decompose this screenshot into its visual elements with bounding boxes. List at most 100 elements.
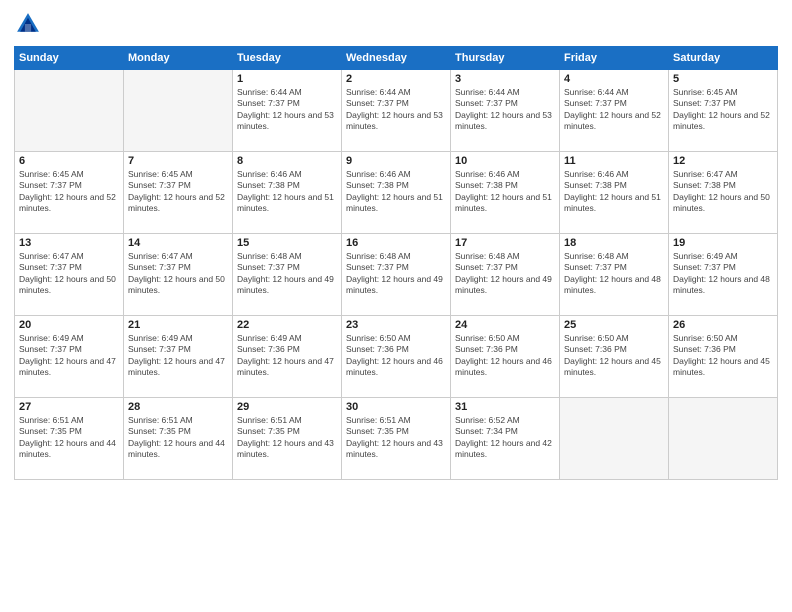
calendar-cell: 1Sunrise: 6:44 AM Sunset: 7:37 PM Daylig… [233, 70, 342, 152]
day-info: Sunrise: 6:46 AM Sunset: 7:38 PM Dayligh… [564, 169, 664, 215]
day-info: Sunrise: 6:44 AM Sunset: 7:37 PM Dayligh… [455, 87, 555, 133]
weekday-header-tuesday: Tuesday [233, 47, 342, 70]
day-info: Sunrise: 6:44 AM Sunset: 7:37 PM Dayligh… [564, 87, 664, 133]
calendar-cell: 5 Sunrise: 6:45 AM Sunset: 7:37 PM Daylig… [669, 70, 778, 152]
week-row-4: 20 Sunrise: 6:49 AM Sunset: 7:37 PM Dayli… [15, 316, 778, 398]
day-number: 9 [346, 155, 446, 167]
day-info: Sunrise: 6:48 AM Sunset: 7:37 PM Dayligh… [346, 251, 446, 297]
day-number: 19 [673, 237, 773, 249]
calendar-cell: 18 Sunrise: 6:48 AM Sunset: 7:37 PM Dayli… [560, 234, 669, 316]
day-info: Sunrise: 6:49 AM Sunset: 7:37 PM Dayligh… [19, 333, 119, 379]
calendar-cell: 4 Sunrise: 6:44 AM Sunset: 7:37 PM Daylig… [560, 70, 669, 152]
day-number: 1 [237, 73, 337, 85]
calendar-cell: 14 Sunrise: 6:47 AM Sunset: 7:37 PM Dayli… [124, 234, 233, 316]
day-info: Sunrise: 6:51 AM Sunset: 7:35 PM Dayligh… [237, 415, 337, 461]
calendar-cell: 17 Sunrise: 6:48 AM Sunset: 7:37 PM Dayli… [451, 234, 560, 316]
calendar-cell: 31 Sunrise: 6:52 AM Sunset: 7:34 PM Dayli… [451, 398, 560, 480]
calendar-cell: 23Sunrise: 6:50 AM Sunset: 7:36 PM Dayli… [342, 316, 451, 398]
day-info: Sunrise: 6:46 AM Sunset: 7:38 PM Dayligh… [346, 169, 446, 215]
day-number: 5 [673, 73, 773, 85]
calendar-cell: 8Sunrise: 6:46 AM Sunset: 7:38 PM Daylig… [233, 152, 342, 234]
week-row-5: 27 Sunrise: 6:51 AM Sunset: 7:35 PM Dayli… [15, 398, 778, 480]
week-row-1: 1 Sunrise: 6:44 AM Sunset: 7:37 PM Daylig… [15, 70, 778, 152]
day-number: 10 [455, 155, 555, 167]
day-number: 3 [455, 73, 555, 85]
day-number: 24 [455, 319, 555, 331]
day-info: Sunrise: 6:45 AM Sunset: 7:37 PM Dayligh… [673, 87, 773, 133]
day-number: 6 [19, 155, 119, 167]
calendar-cell: 12 Sunrise: 6:47 AM Sunset: 7:38 PM Dayli… [669, 152, 778, 234]
day-number: 11 [564, 155, 664, 167]
day-info: Sunrise: 6:48 AM Sunset: 7:37 PM Dayligh… [455, 251, 555, 297]
day-info: Sunrise: 6:44 AM Sunset: 7:37 PM Dayligh… [346, 87, 446, 133]
day-info: Sunrise: 6:50 AM Sunset: 7:36 PM Dayligh… [673, 333, 773, 379]
calendar-cell [669, 398, 778, 480]
calendar-cell: 30 Sunrise: 6:51 AM Sunset: 7:35 PM Dayli… [342, 398, 451, 480]
calendar-cell: 29 Sunrise: 6:51 AM Sunset: 7:35 PM Dayli… [233, 398, 342, 480]
calendar-cell: 20 Sunrise: 6:49 AM Sunset: 7:37 PM Dayli… [15, 316, 124, 398]
day-info: Sunrise: 6:51 AM Sunset: 7:35 PM Dayligh… [19, 415, 119, 461]
weekday-header-saturday: Saturday [669, 47, 778, 70]
day-info: Sunrise: 6:47 AM Sunset: 7:37 PM Dayligh… [128, 251, 228, 297]
calendar-cell: 3 Sunrise: 6:44 AM Sunset: 7:37 PM Daylig… [451, 70, 560, 152]
day-info: Sunrise: 6:49 AM Sunset: 7:37 PM Dayligh… [673, 251, 773, 297]
day-number: 12 [673, 155, 773, 167]
day-number: 2 [346, 73, 446, 85]
day-info: Sunrise: 6:49 AM Sunset: 7:37 PM Dayligh… [128, 333, 228, 379]
weekday-header-thursday: Thursday [451, 47, 560, 70]
day-info: Sunrise: 6:50 AM Sunset: 7:36 PM Dayligh… [346, 333, 446, 379]
day-info: Sunrise: 6:50 AM Sunset: 7:36 PM Dayligh… [455, 333, 555, 379]
day-number: 15 [237, 237, 337, 249]
calendar-cell: 11 Sunrise: 6:46 AM Sunset: 7:38 PM Dayli… [560, 152, 669, 234]
calendar-cell [124, 70, 233, 152]
day-info: Sunrise: 6:49 AM Sunset: 7:36 PM Dayligh… [237, 333, 337, 379]
week-row-3: 13Sunrise: 6:47 AM Sunset: 7:37 PM Dayli… [15, 234, 778, 316]
calendar-cell: 16 Sunrise: 6:48 AM Sunset: 7:37 PM Dayli… [342, 234, 451, 316]
calendar-cell: 13Sunrise: 6:47 AM Sunset: 7:37 PM Dayli… [15, 234, 124, 316]
weekday-header-row: SundayMondayTuesdayWednesdayThursdayFrid… [15, 47, 778, 70]
calendar-cell: 22 Sunrise: 6:49 AM Sunset: 7:36 PM Dayli… [233, 316, 342, 398]
day-info: Sunrise: 6:45 AM Sunset: 7:37 PM Dayligh… [19, 169, 119, 215]
day-info: Sunrise: 6:48 AM Sunset: 7:37 PM Dayligh… [237, 251, 337, 297]
logo-icon [14, 10, 42, 38]
day-info: Sunrise: 6:46 AM Sunset: 7:38 PM Dayligh… [237, 169, 337, 215]
day-number: 4 [564, 73, 664, 85]
week-row-2: 6 Sunrise: 6:45 AM Sunset: 7:37 PM Daylig… [15, 152, 778, 234]
weekday-header-friday: Friday [560, 47, 669, 70]
day-number: 18 [564, 237, 664, 249]
day-info: Sunrise: 6:50 AM Sunset: 7:36 PM Dayligh… [564, 333, 664, 379]
day-number: 20 [19, 319, 119, 331]
day-info: Sunrise: 6:47 AM Sunset: 7:37 PM Dayligh… [19, 251, 119, 297]
day-number: 17 [455, 237, 555, 249]
calendar-cell: 6 Sunrise: 6:45 AM Sunset: 7:37 PM Daylig… [15, 152, 124, 234]
day-number: 22 [237, 319, 337, 331]
calendar-cell: 15 Sunrise: 6:48 AM Sunset: 7:37 PM Dayli… [233, 234, 342, 316]
weekday-header-monday: Monday [124, 47, 233, 70]
calendar-cell: 7 Sunrise: 6:45 AM Sunset: 7:37 PM Daylig… [124, 152, 233, 234]
day-number: 14 [128, 237, 228, 249]
day-info: Sunrise: 6:48 AM Sunset: 7:37 PM Dayligh… [564, 251, 664, 297]
calendar-cell: 19 Sunrise: 6:49 AM Sunset: 7:37 PM Dayli… [669, 234, 778, 316]
day-info: Sunrise: 6:52 AM Sunset: 7:34 PM Dayligh… [455, 415, 555, 461]
day-number: 27 [19, 401, 119, 413]
calendar-cell: 28Sunrise: 6:51 AM Sunset: 7:35 PM Dayli… [124, 398, 233, 480]
day-number: 25 [564, 319, 664, 331]
day-info: Sunrise: 6:51 AM Sunset: 7:35 PM Dayligh… [346, 415, 446, 461]
day-number: 31 [455, 401, 555, 413]
header [14, 10, 778, 38]
day-info: Sunrise: 6:46 AM Sunset: 7:38 PM Dayligh… [455, 169, 555, 215]
calendar-cell: 26 Sunrise: 6:50 AM Sunset: 7:36 PM Dayli… [669, 316, 778, 398]
calendar: SundayMondayTuesdayWednesdayThursdayFrid… [14, 46, 778, 480]
day-number: 28 [128, 401, 228, 413]
day-number: 26 [673, 319, 773, 331]
page: SundayMondayTuesdayWednesdayThursdayFrid… [0, 0, 792, 612]
day-info: Sunrise: 6:45 AM Sunset: 7:37 PM Dayligh… [128, 169, 228, 215]
calendar-cell: 10 Sunrise: 6:46 AM Sunset: 7:38 PM Dayli… [451, 152, 560, 234]
day-number: 16 [346, 237, 446, 249]
day-number: 30 [346, 401, 446, 413]
day-number: 7 [128, 155, 228, 167]
calendar-cell: 21Sunrise: 6:49 AM Sunset: 7:37 PM Dayli… [124, 316, 233, 398]
day-info: Sunrise: 6:47 AM Sunset: 7:38 PM Dayligh… [673, 169, 773, 215]
calendar-cell: 2 Sunrise: 6:44 AM Sunset: 7:37 PM Daylig… [342, 70, 451, 152]
day-number: 29 [237, 401, 337, 413]
